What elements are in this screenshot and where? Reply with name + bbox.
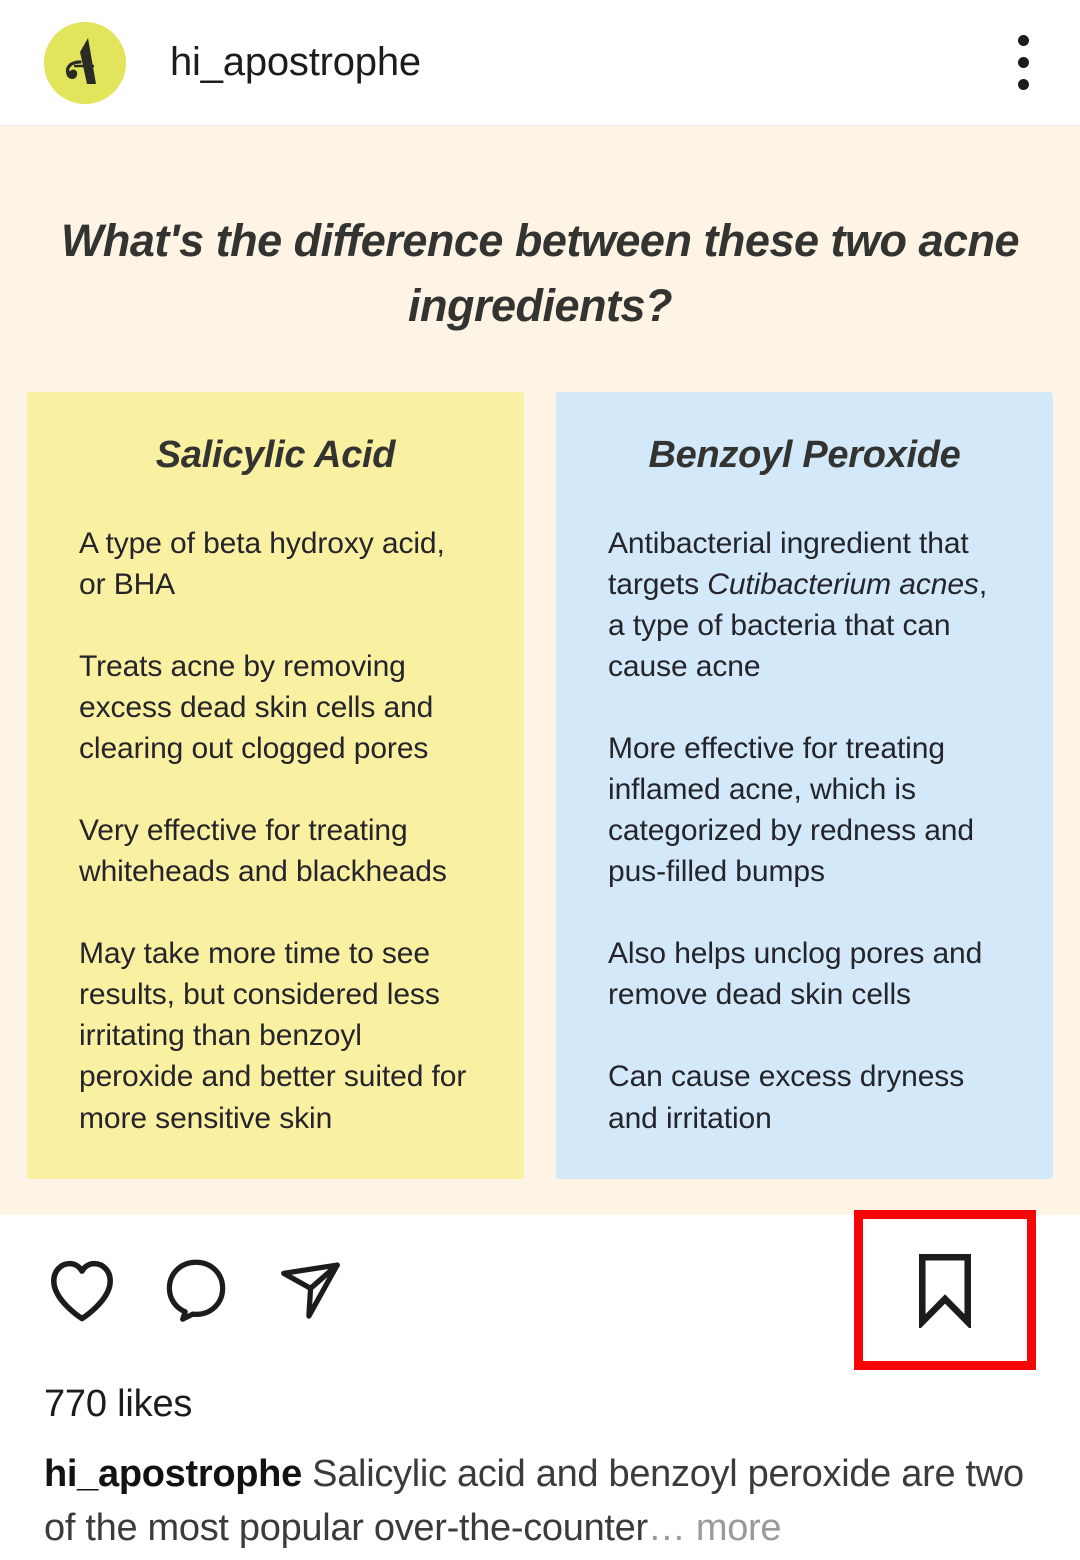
action-bar bbox=[0, 1210, 1080, 1370]
save-button-container bbox=[854, 1210, 1036, 1370]
menu-dot bbox=[1017, 35, 1029, 46]
menu-dot bbox=[1017, 79, 1029, 90]
card-paragraph: A type of beta hydroxy acid, or BHA bbox=[79, 526, 445, 601]
graphic-title: What's the difference between these two … bbox=[60, 215, 1020, 332]
card-body-salicylic-acid: A type of beta hydroxy acid, or BHA Trea… bbox=[79, 523, 472, 1139]
instagram-post-screen: hi_apostrophe What's the difference betw… bbox=[0, 0, 1080, 1560]
post-header: hi_apostrophe bbox=[0, 0, 1080, 126]
card-paragraph: Very effective for treating whiteheads a… bbox=[79, 813, 447, 889]
menu-dot bbox=[1017, 57, 1029, 68]
card-paragraph: Also helps unclog pores and remove dead … bbox=[608, 937, 983, 1012]
avatar-logo-icon bbox=[44, 21, 126, 104]
comment-bubble-icon bbox=[166, 1259, 226, 1322]
card-title: Benzoyl Peroxide bbox=[648, 433, 961, 476]
action-bar-left-group bbox=[44, 1252, 348, 1328]
avatar[interactable] bbox=[44, 21, 126, 104]
heart-icon bbox=[51, 1260, 113, 1322]
card-paragraph: Antibacterial ingredient that targets Cu… bbox=[608, 526, 988, 683]
card-body-benzoyl-peroxide: Antibacterial ingredient that targets Cu… bbox=[608, 523, 1001, 1139]
card-paragraph: Can cause excess dryness and irritation bbox=[608, 1060, 965, 1135]
bookmark-icon bbox=[918, 1254, 972, 1328]
card-paragraph: More effective for treating inflamed acn… bbox=[608, 731, 974, 889]
card-paragraph: May take more time to see results, but c… bbox=[79, 937, 467, 1135]
save-button[interactable] bbox=[907, 1252, 983, 1328]
like-button[interactable] bbox=[44, 1252, 120, 1328]
card-paragraph: Treats acne by removing excess dead skin… bbox=[79, 649, 434, 765]
post-image[interactable]: What's the difference between these two … bbox=[0, 126, 1080, 1215]
share-paper-plane-icon bbox=[281, 1262, 340, 1319]
caption-text: hi_apostrophe Salicylic acid and benzoyl… bbox=[44, 1448, 1036, 1556]
card-benzoyl-peroxide: Benzoyl Peroxide Antibacterial ingredien… bbox=[556, 391, 1053, 1179]
share-button[interactable] bbox=[272, 1252, 348, 1328]
three-dots-vertical-icon[interactable] bbox=[1004, 23, 1048, 103]
comment-button[interactable] bbox=[158, 1252, 234, 1328]
caption-ellipsis: … bbox=[647, 1506, 686, 1549]
card-title: Salicylic Acid bbox=[155, 433, 396, 476]
post-username[interactable]: hi_apostrophe bbox=[170, 40, 421, 85]
caption-area: 770 likes hi_apostrophe Salicylic acid a… bbox=[0, 1365, 1080, 1560]
caption-more-link[interactable]: more bbox=[696, 1507, 782, 1549]
comparison-cards: Salicylic Acid A type of beta hydroxy ac… bbox=[27, 391, 1053, 1179]
caption-username[interactable]: hi_apostrophe bbox=[44, 1453, 302, 1495]
likes-count[interactable]: 770 likes bbox=[44, 1365, 1036, 1426]
card-salicylic-acid: Salicylic Acid A type of beta hydroxy ac… bbox=[27, 391, 524, 1179]
